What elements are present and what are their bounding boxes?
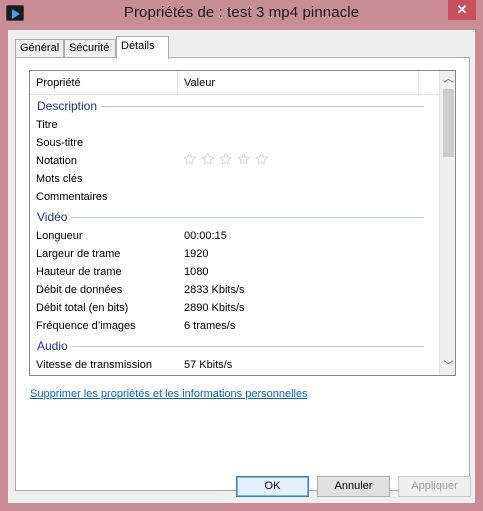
property-row[interactable]: Sous-titre (30, 134, 439, 152)
property-row[interactable]: Débit de données 2833 Kbits/s (30, 281, 439, 299)
properties-window: Propriétés de : test 3 mp4 pinnacle ✕ Gé… (0, 0, 483, 511)
property-row[interactable]: Débit total (en bits) 2890 Kbits/s (30, 299, 439, 317)
group-header-audio[interactable]: Audio (30, 335, 439, 356)
property-name: Débit total (en bits) (36, 302, 129, 314)
property-name: Titre (36, 119, 58, 131)
group-divider (37, 217, 424, 218)
star-outline-icon[interactable]: ★ (255, 152, 271, 168)
tab-details[interactable]: Détails (116, 36, 169, 59)
group-header-description[interactable]: Description (30, 95, 439, 116)
property-name: Fréquence d’images (36, 320, 136, 332)
property-value: 1080 (184, 266, 209, 278)
star-outline-icon[interactable]: ★ (237, 152, 253, 168)
group-title: Audio (37, 339, 72, 353)
close-button[interactable]: ✕ (448, 0, 476, 20)
property-row[interactable]: Titre (30, 116, 439, 134)
property-row[interactable]: Fréquence d’images 6 trames/s (30, 317, 439, 335)
property-value: 6 trames/s (184, 320, 236, 332)
dialog-client-area: Général Sécurité Détails Propriété Valeu… (8, 30, 475, 503)
properties-list[interactable]: Propriété Valeur Description Titre Sous-… (29, 70, 456, 376)
vertical-scrollbar[interactable]: ︿ ﹀ (439, 71, 455, 375)
property-row[interactable]: Mots clés (30, 170, 439, 188)
property-value: 1920 (184, 248, 209, 260)
rating-stars[interactable]: ★ ★ ★ ★ ★ (183, 152, 273, 168)
property-row[interactable]: Hauteur de trame 1080 (30, 263, 439, 281)
title-bar[interactable]: Propriétés de : test 3 mp4 pinnacle ✕ (0, 0, 483, 28)
property-name: Sous-titre (36, 137, 84, 149)
property-name: Commentaires (36, 191, 108, 203)
property-name: Mots clés (36, 173, 83, 185)
scroll-up-arrow-icon[interactable]: ︿ (440, 71, 455, 88)
property-row[interactable]: Notation ★ ★ ★ ★ ★ (30, 152, 439, 170)
tab-general[interactable]: Général (15, 39, 64, 58)
ok-button[interactable]: OK (236, 476, 309, 497)
column-header: Propriété Valeur (30, 71, 439, 95)
property-row[interactable]: Vitesse de transmission 57 Kbits/s (30, 356, 439, 374)
window-title: Propriétés de : test 3 mp4 pinnacle (123, 4, 360, 21)
property-name: Notation (36, 155, 77, 167)
property-name: Largeur de trame (36, 248, 121, 260)
apply-button[interactable]: Appliquer (398, 476, 471, 497)
scrollbar-thumb[interactable] (443, 89, 454, 157)
property-name: Vitesse de transmission (36, 359, 152, 371)
property-row[interactable]: Longueur 00:00:15 (30, 227, 439, 245)
property-name: Débit de données (36, 284, 123, 296)
scroll-down-arrow-icon[interactable]: ﹀ (440, 358, 455, 375)
property-value: 2833 Kbits/s (184, 284, 245, 296)
property-value: 57 Kbits/s (184, 359, 233, 371)
property-rows: Description Titre Sous-titre Notation ★ … (30, 95, 439, 374)
group-divider (37, 346, 424, 347)
property-value: 2890 Kbits/s (184, 302, 245, 314)
column-header-property[interactable]: Propriété (30, 71, 178, 95)
star-outline-icon[interactable]: ★ (201, 152, 217, 168)
star-outline-icon[interactable]: ★ (183, 152, 199, 168)
column-header-value[interactable]: Valeur (178, 71, 419, 95)
property-name: Longueur (36, 230, 83, 242)
group-header-video[interactable]: Vidéo (30, 206, 439, 227)
cancel-button[interactable]: Annuler (317, 476, 390, 497)
group-title: Description (37, 99, 102, 113)
star-outline-icon[interactable]: ★ (219, 152, 235, 168)
property-value: 00:00:15 (184, 230, 227, 242)
property-name: Hauteur de trame (36, 266, 122, 278)
details-tab-panel: Propriété Valeur Description Titre Sous-… (15, 57, 470, 491)
group-title: Vidéo (37, 210, 72, 224)
property-row[interactable]: Commentaires (30, 188, 439, 206)
tab-security[interactable]: Sécurité (64, 39, 116, 58)
property-row[interactable]: Largeur de trame 1920 (30, 245, 439, 263)
remove-properties-link[interactable]: Supprimer les propriétés et les informat… (30, 388, 308, 400)
